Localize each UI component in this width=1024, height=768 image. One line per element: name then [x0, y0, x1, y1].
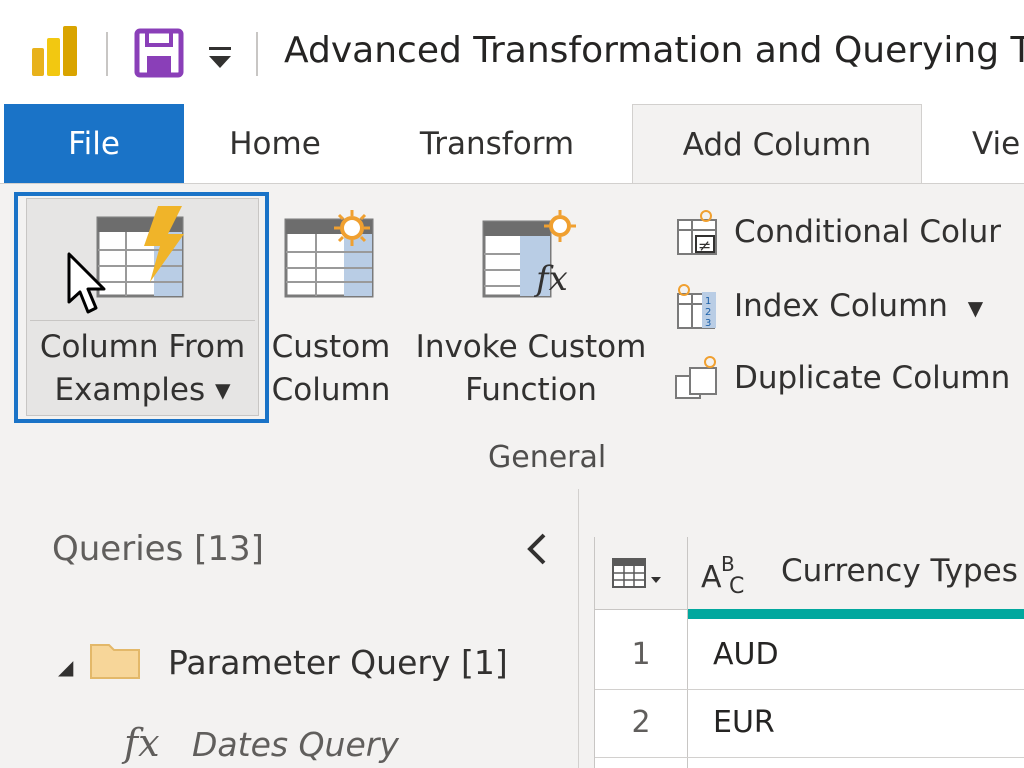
custom-column-button[interactable]: Custom Column — [266, 326, 396, 412]
duplicate-column-icon — [675, 356, 717, 399]
svg-text:2: 2 — [705, 307, 711, 318]
svg-text:C: C — [729, 574, 744, 599]
svg-text:3: 3 — [705, 318, 711, 329]
quick-access-dropdown-icon[interactable] — [207, 44, 233, 70]
index-column-button[interactable]: Index Column ▼ — [734, 288, 983, 324]
collapse-chevron-icon[interactable] — [522, 531, 552, 567]
tab-transform[interactable]: Transform — [392, 104, 602, 184]
svg-text:fx: fx — [533, 259, 568, 299]
index-column-icon: 1 2 3 — [677, 284, 716, 329]
powerbi-logo-icon — [32, 26, 77, 76]
expand-triangle-icon[interactable]: ◢ — [58, 655, 73, 679]
invoke-custom-function-button[interactable]: Invoke Custom Function — [408, 326, 654, 412]
tab-file[interactable]: File — [4, 104, 184, 184]
table-cell[interactable]: AUD — [713, 637, 779, 672]
table-cell[interactable]: EUR — [713, 705, 775, 740]
tab-add-column[interactable]: Add Column — [632, 104, 922, 184]
ribbon-panel: Column From Examples ▾ Custom Column fx … — [0, 183, 1024, 489]
folder-icon — [90, 644, 140, 679]
ribbon-tabs: File Home Transform Add Column Vie — [0, 104, 1024, 184]
custom-column-icon — [284, 210, 374, 298]
title-separator — [256, 32, 258, 76]
svg-text:≠: ≠ — [698, 236, 711, 255]
column-from-examples-icon — [96, 206, 184, 298]
tab-home[interactable]: Home — [200, 104, 350, 184]
row-divider — [595, 757, 1024, 758]
query-folder-parameter[interactable]: Parameter Query [1] — [168, 643, 508, 682]
ribbon-group-label: General — [488, 440, 607, 475]
svg-text:A: A — [701, 560, 722, 595]
title-separator — [106, 32, 108, 76]
duplicate-column-button[interactable]: Duplicate Column — [734, 360, 1010, 396]
query-item-dates[interactable]: Dates Query — [192, 725, 399, 764]
column-quality-bar — [688, 609, 1024, 619]
row-number: 2 — [631, 705, 651, 740]
invoke-custom-function-icon: fx — [482, 210, 576, 299]
tab-view[interactable]: Vie — [944, 104, 1024, 184]
data-grid-area: A B C Currency Types 1 AUD 2 EUR — [579, 489, 1024, 768]
column-header-currency-types[interactable]: Currency Types — [781, 553, 1018, 589]
svg-text:B: B — [721, 552, 735, 576]
conditional-column-icon: ≠ — [677, 210, 717, 255]
queries-title: Queries [13] — [52, 529, 264, 569]
row-divider — [595, 689, 1024, 690]
window-title: Advanced Transformation and Querying Tec — [284, 30, 1024, 71]
svg-text:1: 1 — [705, 296, 711, 307]
mouse-cursor-icon — [67, 252, 106, 314]
queries-pane: Queries [13] ◢ Parameter Query [1] fx Da… — [0, 489, 579, 768]
title-bar: Advanced Transformation and Querying Tec — [0, 0, 1024, 104]
row-number-separator — [687, 537, 688, 768]
row-number: 1 — [631, 637, 651, 672]
conditional-column-button[interactable]: Conditional Colur — [734, 214, 1001, 250]
column-from-examples-label: Column From Examples ▾ — [39, 329, 246, 408]
chevron-down-icon[interactable]: ▼ — [968, 296, 983, 320]
text-type-icon[interactable]: A B C — [699, 549, 759, 599]
save-icon[interactable] — [134, 28, 184, 78]
index-column-label: Index Column — [734, 288, 948, 324]
data-table: A B C Currency Types 1 AUD 2 EUR — [594, 537, 1024, 768]
table-type-icon[interactable] — [611, 557, 665, 591]
function-icon: fx — [124, 721, 160, 765]
